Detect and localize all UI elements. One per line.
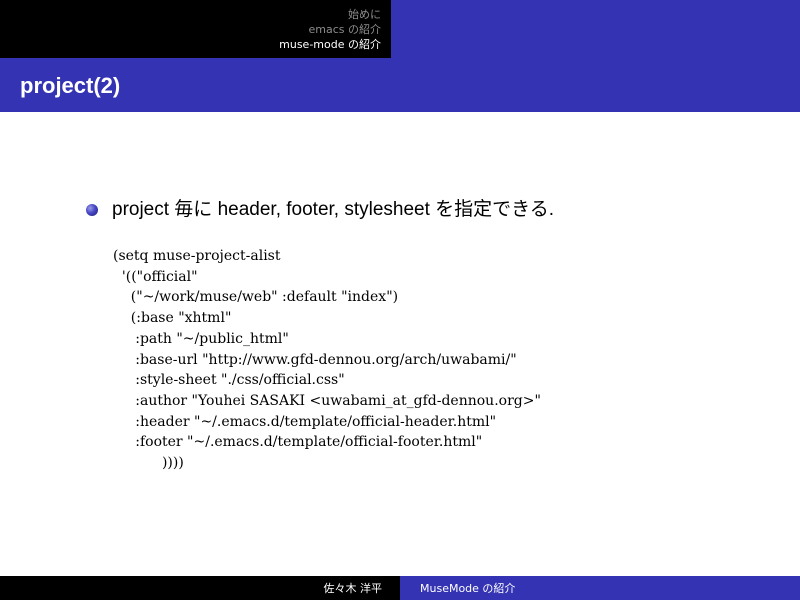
nav-section-muse-mode[interactable]: muse-mode の紹介 (279, 37, 381, 52)
footer-bar: 佐々木 洋平 MuseMode の紹介 (0, 576, 800, 600)
section-navigation: 始めに emacs の紹介 muse-mode の紹介 (0, 0, 391, 58)
footer-author-panel: 佐々木 洋平 (0, 576, 400, 600)
bullet-item: project 毎に header, footer, stylesheet を指… (0, 198, 800, 224)
header-right-panel (391, 0, 800, 58)
frame-title: project(2) (20, 73, 121, 98)
footer-title-panel: MuseMode の紹介 (400, 576, 800, 600)
nav-section-emacs[interactable]: emacs の紹介 (309, 22, 382, 37)
header-bar: 始めに emacs の紹介 muse-mode の紹介 (0, 0, 800, 58)
bullet-text: project 毎に header, footer, stylesheet を指… (112, 199, 555, 220)
footer-title: MuseMode の紹介 (420, 582, 516, 595)
nav-section-intro[interactable]: 始めに (348, 7, 381, 22)
frame-title-bar: project(2) (0, 58, 800, 112)
footer-author: 佐々木 洋平 (323, 582, 383, 595)
bullet-icon (86, 204, 98, 216)
code-block: (setq muse-project-alist '(("official" (… (113, 248, 541, 472)
